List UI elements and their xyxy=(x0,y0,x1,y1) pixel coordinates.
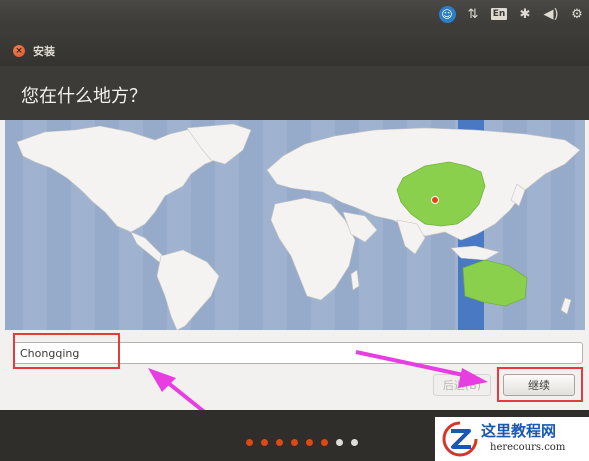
world-map-graphic[interactable] xyxy=(5,120,585,330)
close-icon[interactable]: × xyxy=(13,45,25,57)
system-tray: ☺ ⇅ En ✱ ◀) ⚙ xyxy=(433,0,589,28)
progress-dot xyxy=(291,439,298,446)
volume-icon[interactable]: ◀) xyxy=(539,0,563,28)
gear-icon[interactable]: ⚙ xyxy=(565,0,589,28)
timezone-map[interactable] xyxy=(5,120,585,330)
page-title: 您在什么地方？ xyxy=(21,86,147,107)
watermark-url: herecours.com xyxy=(490,442,566,453)
watermark: 这里教程网 herecours.com xyxy=(435,417,589,461)
progress-dot xyxy=(306,439,313,446)
progress-dot xyxy=(351,439,358,446)
bluetooth-icon[interactable]: ✱ xyxy=(513,0,537,28)
top-panel: ☺ ⇅ En ✱ ◀) ⚙ xyxy=(0,0,589,28)
progress-dot xyxy=(336,439,343,446)
timezone-controls: 后退(B) 继续 xyxy=(0,330,589,410)
location-pin-icon xyxy=(431,196,439,204)
keyboard-layout-label: En xyxy=(490,8,508,20)
progress-dots xyxy=(246,439,358,446)
continue-button[interactable]: 继续 xyxy=(503,374,575,396)
keyboard-layout-icon[interactable]: En xyxy=(487,0,511,28)
progress-dot xyxy=(321,439,328,446)
window-titlebar: × 安装 xyxy=(0,28,589,67)
timezone-input[interactable] xyxy=(13,342,583,364)
back-button[interactable]: 后退(B) xyxy=(433,374,491,396)
watermark-name: 这里教程网 xyxy=(481,422,557,440)
network-icon[interactable]: ⇅ xyxy=(461,0,485,28)
window-title: 安装 xyxy=(33,45,55,58)
progress-dot xyxy=(246,439,253,446)
accessibility-icon[interactable]: ☺ xyxy=(435,0,459,28)
page-header: 您在什么地方？ xyxy=(0,66,589,120)
progress-dot xyxy=(276,439,283,446)
watermark-logo xyxy=(442,421,478,457)
progress-dot xyxy=(261,439,268,446)
